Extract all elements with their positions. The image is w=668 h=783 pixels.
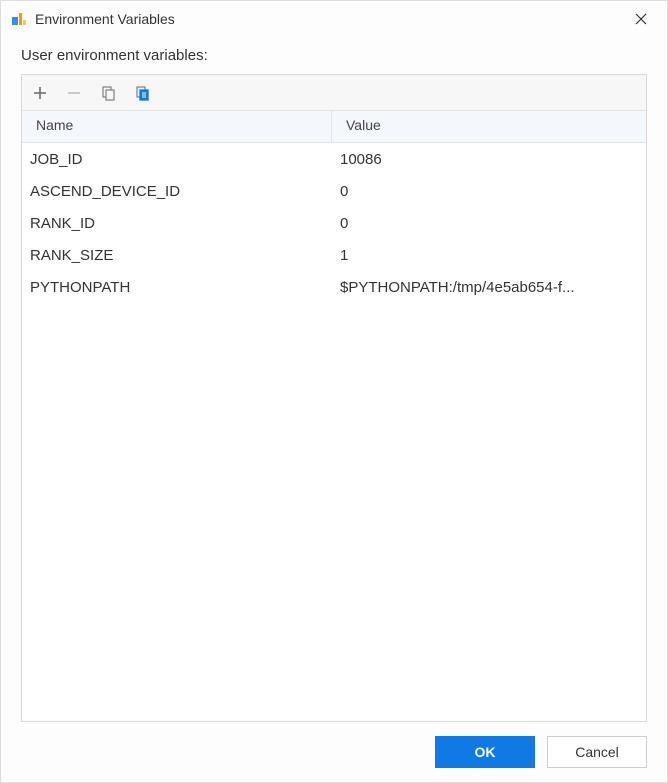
titlebar: Environment Variables (1, 1, 667, 37)
add-button[interactable] (28, 81, 52, 105)
table-row[interactable]: RANK_ID0 (22, 207, 646, 239)
cell-name: PYTHONPATH (22, 275, 332, 300)
cell-value: 10086 (332, 147, 646, 172)
cell-value: 0 (332, 211, 646, 236)
table-row[interactable]: RANK_SIZE1 (22, 239, 646, 271)
table-toolbar (22, 75, 646, 111)
table-body: JOB_ID10086ASCEND_DEVICE_ID0RANK_ID0RANK… (22, 143, 646, 721)
cell-value: $PYTHONPATH:/tmp/4e5ab654-f... (332, 275, 646, 300)
cell-value: 1 (332, 243, 646, 268)
cell-value: 0 (332, 179, 646, 204)
cell-name: ASCEND_DEVICE_ID (22, 179, 332, 204)
dialog-footer: OK Cancel (1, 722, 667, 782)
table-header: Name Value (22, 111, 646, 143)
table-row[interactable]: PYTHONPATH$PYTHONPATH:/tmp/4e5ab654-f... (22, 271, 646, 303)
close-button[interactable] (625, 5, 657, 33)
cell-name: RANK_ID (22, 211, 332, 236)
column-header-value[interactable]: Value (332, 111, 646, 142)
app-icon (11, 11, 27, 27)
copy-button[interactable] (96, 81, 120, 105)
cell-name: JOB_ID (22, 147, 332, 172)
section-label: User environment variables: (21, 47, 647, 64)
dialog-title: Environment Variables (35, 11, 625, 27)
column-header-name[interactable]: Name (22, 111, 332, 142)
table-row[interactable]: JOB_ID10086 (22, 143, 646, 175)
paste-button[interactable] (130, 81, 154, 105)
cancel-button[interactable]: Cancel (547, 736, 647, 768)
environment-variables-dialog: Environment Variables User environment v… (0, 0, 668, 783)
ok-button[interactable]: OK (435, 736, 535, 768)
table-row[interactable]: ASCEND_DEVICE_ID0 (22, 175, 646, 207)
dialog-body: User environment variables: (1, 37, 667, 722)
variables-table-container: Name Value JOB_ID10086ASCEND_DEVICE_ID0R… (21, 74, 647, 722)
cell-name: RANK_SIZE (22, 243, 332, 268)
remove-button[interactable] (62, 81, 86, 105)
